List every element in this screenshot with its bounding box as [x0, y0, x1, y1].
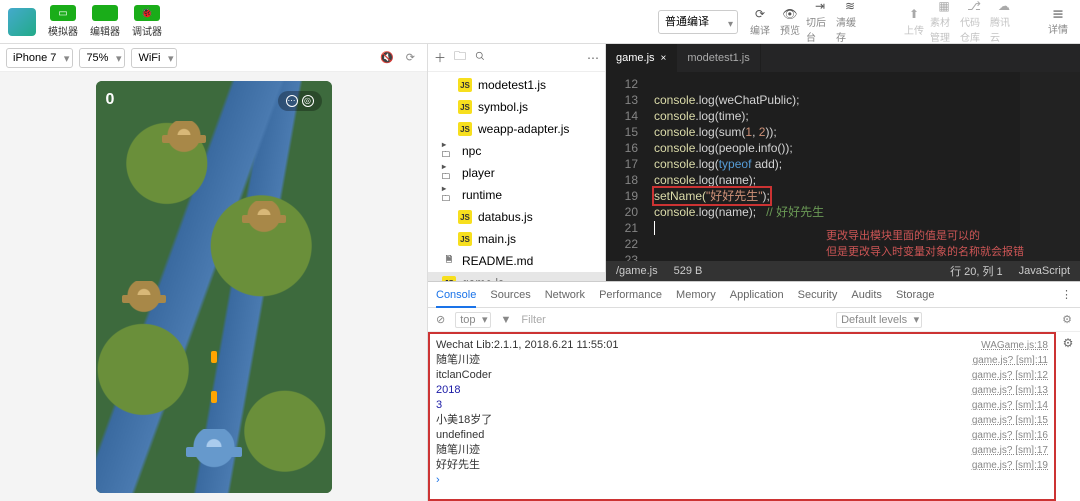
devtools-tab-Sources[interactable]: Sources: [490, 289, 530, 301]
right-action-上传[interactable]: ⬆上传: [900, 8, 928, 36]
devtools-tab-Application[interactable]: Application: [730, 289, 784, 301]
file-weapp-adapter.js[interactable]: JSweapp-adapter.js: [428, 118, 605, 140]
search-icon[interactable]: [474, 50, 486, 65]
console-row[interactable]: Wechat Lib:2.1.1, 2018.6.21 11:55:01WAGa…: [436, 338, 1048, 353]
console-source-link[interactable]: game.js? [sm]:12: [972, 368, 1048, 383]
add-file-icon[interactable]: ＋: [434, 49, 446, 66]
folder-icon[interactable]: 🗀: [454, 47, 466, 68]
devtools-tab-Memory[interactable]: Memory: [676, 289, 716, 301]
console-source-link[interactable]: game.js? [sm]:13: [972, 383, 1048, 398]
mode-button-1[interactable]: 编辑器: [86, 5, 124, 39]
devtools-tab-Audits[interactable]: Audits: [851, 289, 882, 301]
file-explorer: ＋ 🗀 ⋯ JSmodetest1.jsJSsymbol.jsJSweapp-a…: [428, 44, 606, 281]
action-预览[interactable]: 👁预览: [776, 8, 804, 36]
action-编译[interactable]: ⟳编译: [746, 8, 774, 36]
status-size: 529 B: [674, 265, 703, 277]
console-source-link[interactable]: game.js? [sm]:15: [972, 413, 1048, 428]
editor-statusbar: /game.js 529 B 行 20, 列 1 JavaScript: [606, 261, 1080, 281]
console-source-link[interactable]: game.js? [sm]:14: [972, 398, 1048, 413]
console-row[interactable]: 随笔川迹game.js? [sm]:17: [436, 443, 1048, 458]
code-area[interactable]: 121314151617181920212223 console.log(weC…: [606, 72, 1080, 261]
level-select[interactable]: Default levels: [836, 312, 922, 328]
bullet: [211, 351, 217, 363]
file-symbol.js[interactable]: JSsymbol.js: [428, 96, 605, 118]
compile-mode-select[interactable]: 普通编译: [658, 10, 738, 34]
bullet: [211, 391, 217, 403]
funnel-icon[interactable]: ▼: [501, 314, 512, 326]
rotate-icon[interactable]: ⟳: [406, 51, 415, 64]
mode-button-0[interactable]: ▭模拟器: [44, 5, 82, 39]
console-row[interactable]: 好好先生game.js? [sm]:19: [436, 458, 1048, 473]
device-select[interactable]: iPhone 7: [6, 48, 73, 68]
zoom-select[interactable]: 75%: [79, 48, 125, 68]
action-清缓存[interactable]: ≋清缓存: [836, 8, 864, 36]
file-README.md[interactable]: 🗎README.md: [428, 250, 605, 272]
file-main.js[interactable]: JSmain.js: [428, 228, 605, 250]
devtools-tab-Network[interactable]: Network: [545, 289, 585, 301]
status-path: /game.js: [616, 265, 658, 277]
editor-tab-modetest1.js[interactable]: modetest1.js: [677, 44, 760, 72]
simulator-pane: iPhone 7 75% WiFi 🔇 ⟳ 0 ⋯◎: [0, 44, 428, 501]
devtools-panel: Console Sources Network Performance Memory Ap…: [428, 281, 1080, 501]
devtools-tab-Storage[interactable]: Storage: [896, 289, 935, 301]
file-player[interactable]: ▸ 🗀player: [428, 162, 605, 184]
devtools-settings-icon[interactable]: ⚙: [1063, 336, 1074, 350]
console-row[interactable]: itclanCodergame.js? [sm]:12: [436, 368, 1048, 383]
console-row[interactable]: 2018game.js? [sm]:13: [436, 383, 1048, 398]
console-source-link[interactable]: WAGame.js:18: [981, 338, 1048, 353]
file-npc[interactable]: ▸ 🗀npc: [428, 140, 605, 162]
mode-button-2[interactable]: 🐞调试器: [128, 5, 166, 39]
filter-input[interactable]: Filter: [521, 314, 545, 326]
action-切后台[interactable]: ⇥切后台: [806, 8, 834, 36]
player-plane: [192, 429, 236, 473]
console-row[interactable]: 3game.js? [sm]:14: [436, 398, 1048, 413]
devtools-tab-Security[interactable]: Security: [798, 289, 838, 301]
capsule-buttons[interactable]: ⋯◎: [278, 91, 322, 111]
mute-icon[interactable]: 🔇: [380, 51, 394, 64]
right-action-代码仓库[interactable]: ⎇代码仓库: [960, 8, 988, 36]
minimap[interactable]: [1020, 72, 1080, 261]
enemy-plane: [166, 121, 202, 157]
details-button[interactable]: 详情: [1044, 8, 1072, 36]
network-select[interactable]: WiFi: [131, 48, 177, 68]
editor-tab-game.js[interactable]: game.js×: [606, 44, 677, 72]
clear-console-icon[interactable]: ⊘: [436, 313, 445, 326]
console-row[interactable]: undefinedgame.js? [sm]:16: [436, 428, 1048, 443]
score-value: 0: [106, 91, 115, 109]
status-position: 行 20, 列 1: [950, 263, 1003, 279]
scope-select[interactable]: top: [455, 312, 490, 328]
game-canvas[interactable]: 0 ⋯◎: [96, 81, 332, 493]
devtools-tab-Console[interactable]: Console: [436, 282, 476, 308]
console-row[interactable]: 随笔川迹game.js? [sm]:11: [436, 353, 1048, 368]
status-lang: JavaScript: [1019, 265, 1070, 277]
console-source-link[interactable]: game.js? [sm]:17: [972, 443, 1048, 458]
devtools-tab-Performance[interactable]: Performance: [599, 289, 662, 301]
devtools-more-icon[interactable]: ⋮: [1061, 288, 1072, 301]
code-editor: game.js×modetest1.js 1213141516171819202…: [606, 44, 1080, 281]
file-modetest1.js[interactable]: JSmodetest1.js: [428, 74, 605, 96]
enemy-plane: [126, 281, 162, 317]
console-row[interactable]: 小美18岁了game.js? [sm]:15: [436, 413, 1048, 428]
right-action-腾讯云[interactable]: ☁腾讯云: [990, 8, 1018, 36]
file-databus.js[interactable]: JSdatabus.js: [428, 206, 605, 228]
top-toolbar: ▭模拟器编辑器🐞调试器 普通编译 ⟳编译👁预览⇥切后台≋清缓存 ⬆上传▦素材管理…: [0, 0, 1080, 44]
console-source-link[interactable]: game.js? [sm]:11: [973, 353, 1048, 368]
close-tab-icon[interactable]: ×: [661, 53, 667, 64]
console-output[interactable]: Wechat Lib:2.1.1, 2018.6.21 11:55:01WAGa…: [428, 332, 1056, 501]
console-source-link[interactable]: game.js? [sm]:16: [972, 428, 1048, 443]
file-runtime[interactable]: ▸ 🗀runtime: [428, 184, 605, 206]
enemy-plane: [246, 201, 282, 237]
more-icon[interactable]: ⋯: [587, 51, 599, 65]
settings-icon[interactable]: ⚙: [1062, 313, 1072, 326]
file-game.js[interactable]: JSgame.js: [428, 272, 605, 281]
right-action-素材管理[interactable]: ▦素材管理: [930, 8, 958, 36]
console-source-link[interactable]: game.js? [sm]:19: [972, 458, 1048, 473]
annotation-text: 更改导出模块里面的值是可以的 但是更改导入时变量对象的名称就会报错: [826, 228, 1024, 260]
avatar[interactable]: [8, 8, 36, 36]
